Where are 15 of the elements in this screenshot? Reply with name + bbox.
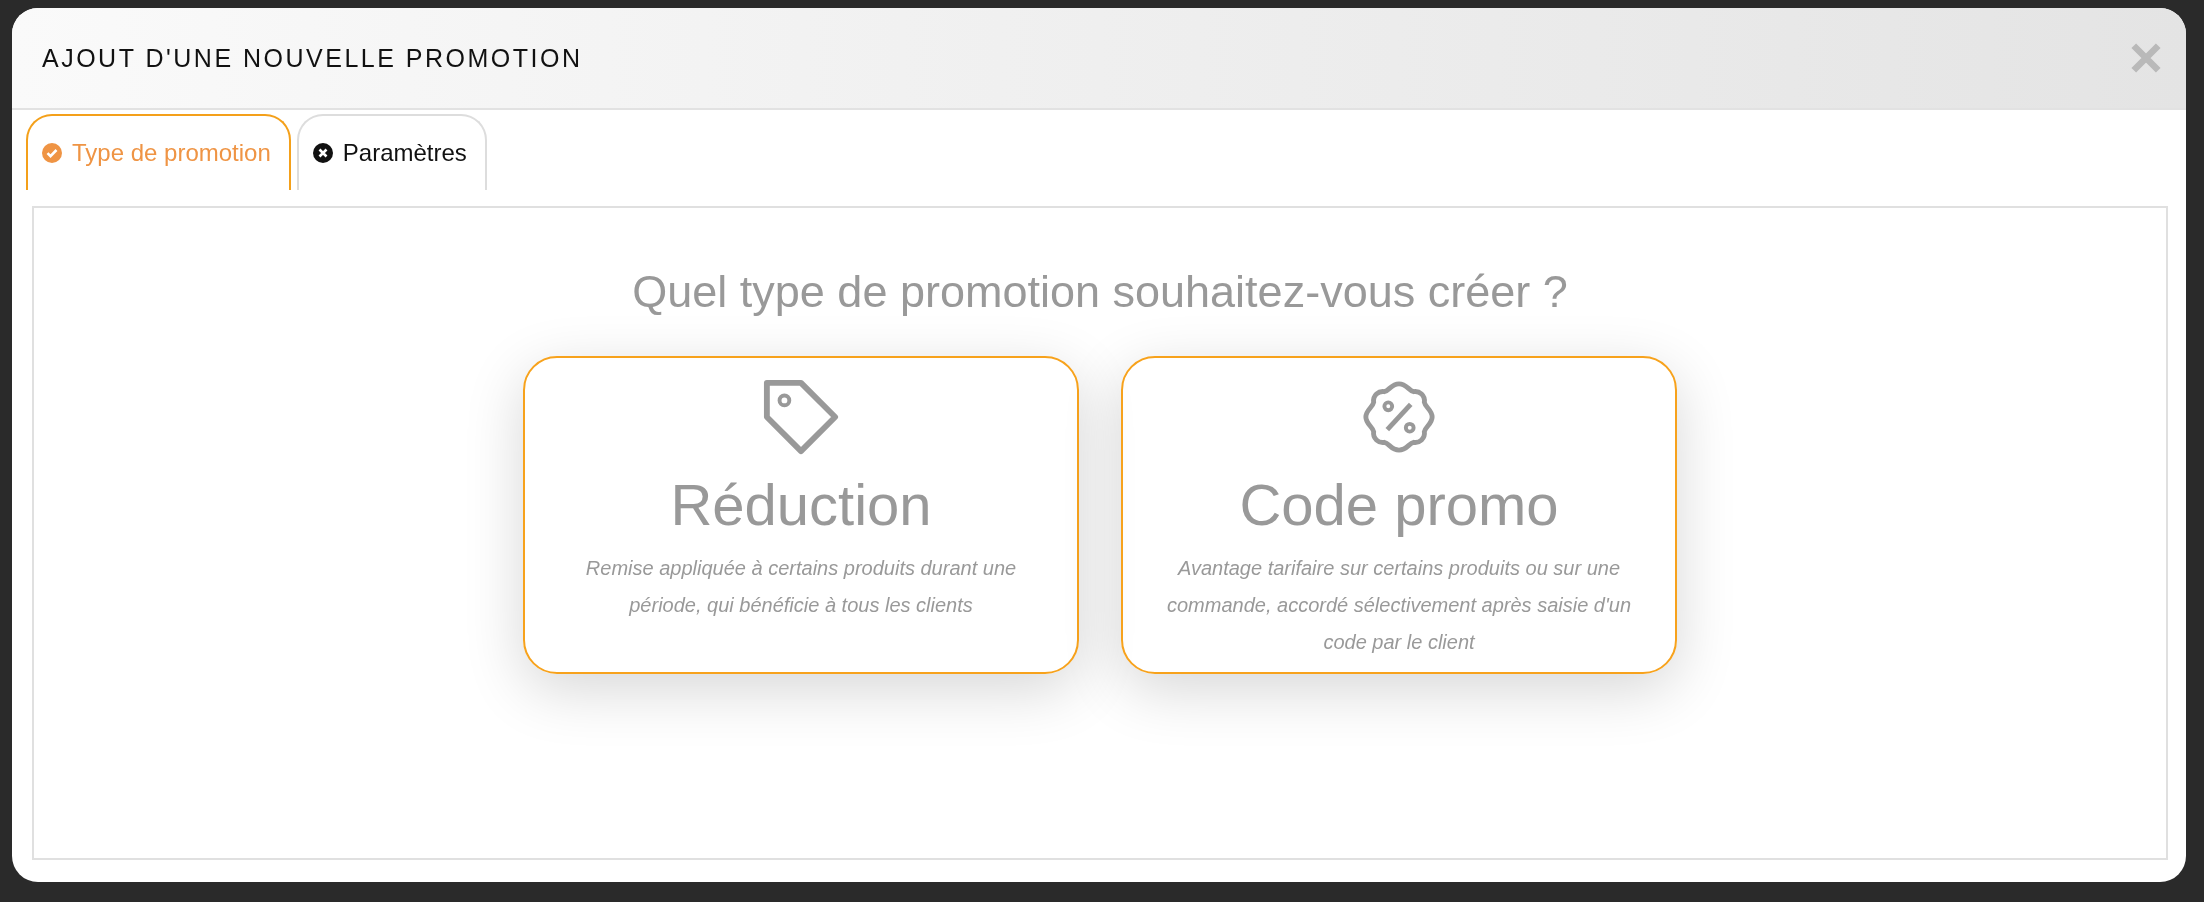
option-description: Remise appliquée à certains produits durant une période, qui bénéficie à tous les clients xyxy=(584,555,1018,618)
option-card[interactable]: Réduction Remise appliquée à certains produits durant une période, qui bénéficie à tous les clients xyxy=(523,356,1079,674)
tab[interactable]: Paramètres xyxy=(296,114,487,190)
check-circle-icon xyxy=(42,143,62,163)
x-circle-icon xyxy=(312,143,333,163)
option-description: Avantage tarifaire sur certains produits ou sur une commande, accordé sélectivement après saisie d'un code par le client xyxy=(1165,555,1633,655)
question-heading: Quel type de promotion souhaitez-vous créer ? xyxy=(632,266,1568,318)
dialog-title: AJOUT D'UNE NOUVELLE PROMOTION xyxy=(42,43,583,73)
percent-badge-icon xyxy=(1360,378,1438,456)
tag-icon xyxy=(762,378,840,456)
option-title: Code promo xyxy=(1239,471,1559,539)
option-title: Réduction xyxy=(670,471,932,539)
tab[interactable]: Type de promotion xyxy=(26,114,291,190)
close-icon[interactable] xyxy=(2130,42,2162,74)
option-card[interactable]: Code promo Avantage tarifaire sur certains produits ou sur une commande, accordé sélectivement après saisie d'un code par le client xyxy=(1121,356,1677,674)
